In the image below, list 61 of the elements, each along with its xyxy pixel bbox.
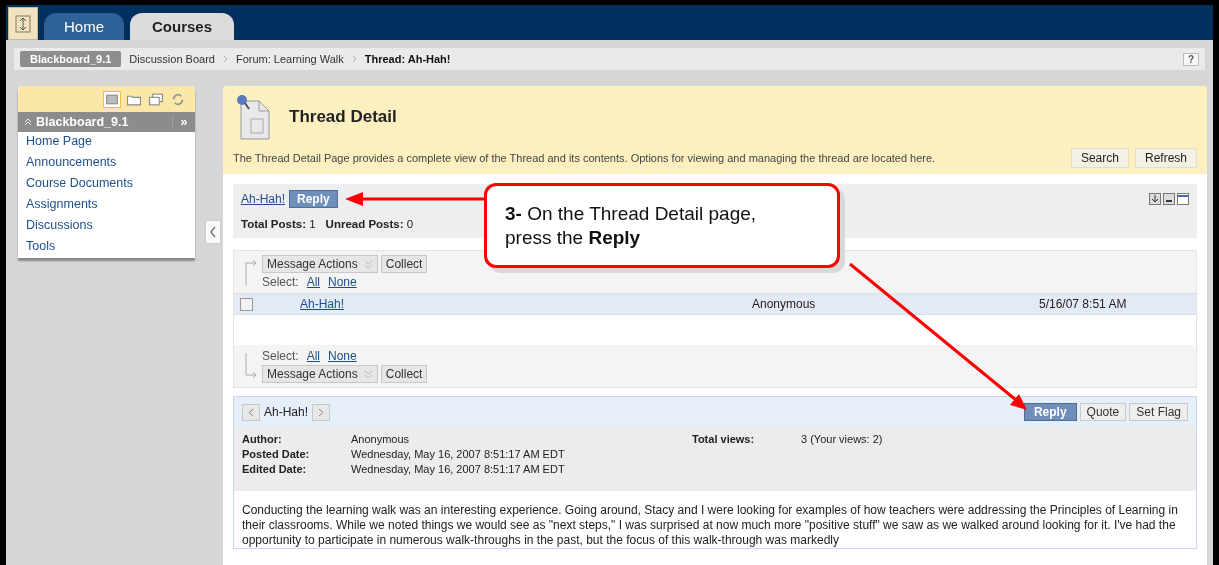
chevron-left-icon: [248, 407, 254, 417]
chevron-icon: [363, 259, 373, 269]
list-view-icon[interactable]: [103, 90, 121, 108]
maximize-icon[interactable]: [1177, 193, 1189, 205]
select-all-link[interactable]: All: [306, 275, 321, 289]
sidebar-title: Blackboard_9.1: [36, 115, 129, 129]
sidebar-item[interactable]: Announcements: [18, 153, 195, 174]
sidebar-item[interactable]: Assignments: [18, 195, 195, 216]
select-all-link[interactable]: All: [306, 349, 321, 363]
select-none-link[interactable]: None: [328, 275, 357, 289]
separator-icon: [222, 55, 228, 63]
collect-button[interactable]: Collect: [380, 365, 428, 383]
message-action-button[interactable]: Quote: [1079, 403, 1127, 421]
collect-button[interactable]: Collect: [380, 255, 428, 273]
unread-posts: Unread Posts: 0: [325, 218, 414, 230]
message-title-link[interactable]: Ah-Hah!: [300, 297, 345, 311]
page-description: The Thread Detail Page provides a complete view of the Thread and its contents. Options for viewing and managing the thread are located here.: [233, 152, 937, 164]
header-button[interactable]: Refresh: [1134, 148, 1197, 168]
field-value: Anonymous: [351, 433, 411, 445]
field-value: Wednesday, May 16, 2007 8:51:17 AM EDT: [351, 448, 566, 460]
sidebar-item[interactable]: Discussions: [18, 216, 195, 237]
field-value: 3 (Your views: 2): [801, 433, 884, 445]
field-label: Edited Date:: [242, 463, 308, 475]
next-button[interactable]: [312, 403, 331, 421]
header-button[interactable]: Search: [1070, 148, 1129, 168]
minimize-icon[interactable]: [1163, 193, 1175, 205]
collapse-handle[interactable]: [205, 220, 221, 244]
breadcrumb-item[interactable]: Forum: Learning Walk: [235, 53, 344, 65]
message-author: Anonymous: [752, 297, 817, 311]
message-checkbox[interactable]: [240, 297, 253, 311]
windows-view-icon[interactable]: [147, 90, 165, 108]
resize-icon[interactable]: [8, 7, 38, 40]
thread-link[interactable]: Ah-Hah!: [241, 192, 286, 206]
message-actions-button[interactable]: Message Actions: [262, 365, 378, 383]
message-title: Ah-Hah!: [264, 405, 309, 419]
nav-tab[interactable]: Courses: [130, 13, 235, 40]
select-none-link[interactable]: None: [328, 349, 357, 363]
chevron-icon: [363, 369, 373, 379]
message-date: 5/16/07 8:51 AM: [1039, 297, 1128, 311]
field-value: Wednesday, May 16, 2007 8:51:17 AM EDT: [351, 463, 566, 475]
sidebar-item[interactable]: Home Page: [18, 132, 195, 153]
page-title: Thread Detail: [289, 107, 397, 127]
sidebar-item[interactable]: Course Documents: [18, 174, 195, 195]
breadcrumb-item: Thread: Ah-Hah!: [364, 53, 451, 65]
message-action-button[interactable]: Set Flag: [1129, 403, 1188, 421]
select-label: Select:: [262, 275, 299, 289]
field-label: Total views:: [692, 433, 756, 445]
separator-icon: [351, 55, 357, 63]
chevron-right-icon: [318, 407, 325, 417]
sidebar-item[interactable]: Tools: [18, 237, 195, 258]
message-actions-button[interactable]: Message Actions: [262, 255, 378, 273]
total-posts: Total Posts: 1: [241, 218, 316, 230]
download-icon[interactable]: [1149, 193, 1161, 205]
breadcrumb-item[interactable]: Discussion Board: [129, 53, 215, 65]
help-button[interactable]: ?: [1182, 52, 1199, 66]
select-label: Select:: [262, 349, 299, 363]
previous-button[interactable]: [242, 403, 260, 421]
nav-tab[interactable]: Home: [44, 13, 124, 40]
field-label: Posted Date:: [242, 448, 311, 460]
field-label: Author:: [242, 433, 283, 445]
collapse-icon[interactable]: [24, 118, 32, 126]
